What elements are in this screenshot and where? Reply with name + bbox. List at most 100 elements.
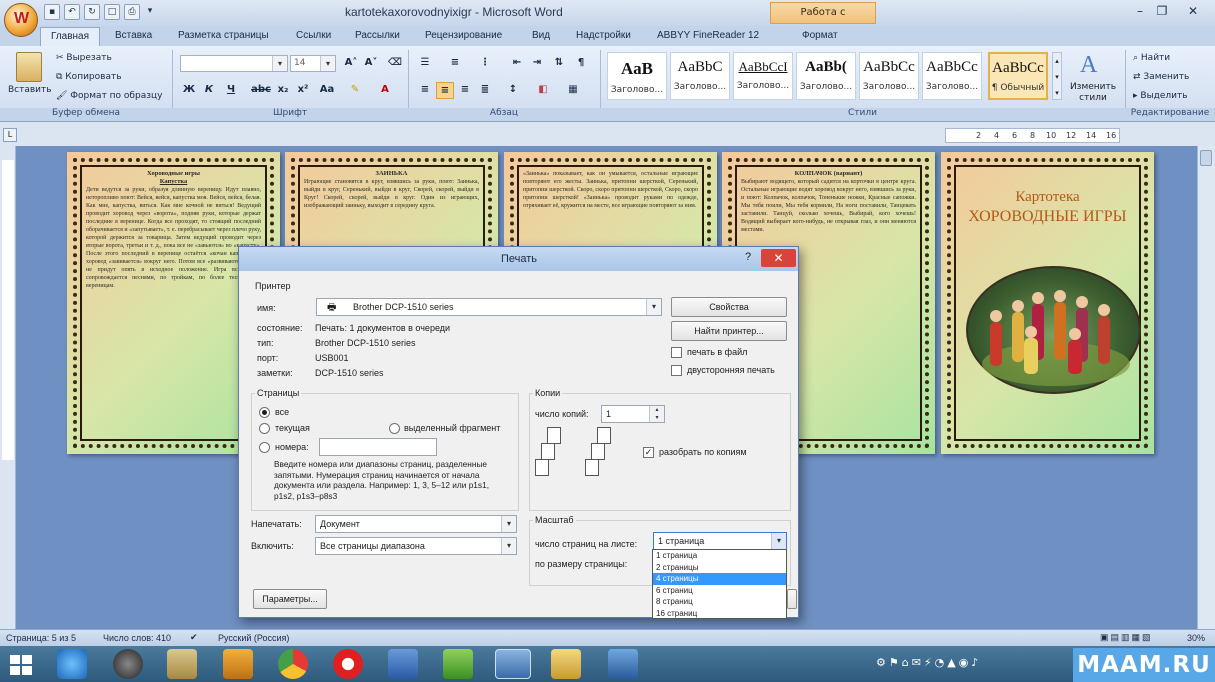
change-styles-button[interactable]: Изменить стили (1068, 82, 1118, 104)
italic-icon[interactable]: К (200, 82, 218, 99)
pages-selection-radio[interactable] (389, 423, 400, 434)
change-styles-icon[interactable]: A (1080, 52, 1097, 79)
shrink-font-icon[interactable]: A˅ (362, 55, 380, 72)
word-count[interactable]: Число слов: 410 (103, 633, 171, 643)
copy-button[interactable]: ⧉ Копировать (56, 69, 122, 85)
duplex-checkbox[interactable] (671, 365, 682, 376)
pages-per-sheet-dropdown[interactable]: 1 страница 2 страницы 4 страницы 6 стран… (652, 549, 787, 619)
minimize-icon[interactable]: – (1130, 2, 1150, 20)
paste-icon[interactable] (16, 52, 42, 82)
change-case-icon[interactable]: Aa (316, 82, 338, 99)
media-player-icon[interactable] (113, 649, 143, 679)
dropdown-option-selected[interactable]: 4 страницы (653, 573, 786, 585)
superscript-icon[interactable]: x² (294, 82, 312, 99)
tab-insert[interactable]: Вставка (115, 27, 152, 46)
dropdown-option[interactable]: 16 страниц (653, 608, 786, 620)
tab-page-layout[interactable]: Разметка страницы (178, 27, 269, 46)
align-right-icon[interactable]: ≡ (456, 82, 474, 99)
dropdown-option[interactable]: 2 страницы (653, 562, 786, 574)
pilcrow-icon[interactable]: ¶ (572, 55, 590, 72)
system-tray-icons[interactable]: ⚙⚑⌂✉⚡◔▲◉♪ (876, 656, 1066, 674)
tab-abbyy[interactable]: ABBYY FineReader 12 (657, 27, 759, 46)
replace-button[interactable]: ⇄ Заменить (1133, 69, 1189, 85)
tab-format[interactable]: Формат (802, 27, 838, 46)
scroll-thumb[interactable] (1200, 150, 1212, 166)
word-taskbar-icon[interactable] (495, 649, 531, 679)
pages-current-radio[interactable] (259, 423, 270, 434)
opera-icon[interactable] (333, 649, 363, 679)
tab-mailings[interactable]: Рассылки (355, 27, 400, 46)
bullets-icon[interactable]: ☰ (416, 55, 434, 72)
align-left-icon[interactable]: ≡ (416, 82, 434, 99)
subscript-icon[interactable]: x₂ (274, 82, 292, 99)
pages-all-radio[interactable] (259, 407, 270, 418)
shading-icon[interactable]: ◧ (534, 82, 552, 99)
font-color-icon[interactable]: A (376, 82, 394, 99)
clear-format-icon[interactable]: ⌫ (386, 55, 404, 72)
undo-icon[interactable]: ↶ (64, 4, 80, 20)
view-buttons[interactable]: ▣▤▥▦▧ (1100, 632, 1153, 643)
close-window-icon[interactable]: ✕ (1175, 2, 1211, 20)
customize-toolbar-icon[interactable]: ▾ (144, 4, 156, 20)
align-center-icon[interactable]: ≡ (436, 82, 454, 99)
options-button[interactable]: Параметры... (253, 589, 327, 609)
redo-icon[interactable]: ↻ (84, 4, 100, 20)
print-what-select[interactable]: Документ ▾ (315, 515, 517, 533)
style-heading-1[interactable]: АаВ Заголово... (607, 52, 667, 100)
line-spacing-icon[interactable]: ↕ (504, 82, 522, 99)
file-explorer-icon[interactable] (551, 649, 581, 679)
app-icon[interactable] (223, 649, 253, 679)
vertical-scrollbar[interactable] (1197, 146, 1215, 632)
style-heading-4[interactable]: AaBb(Заголово... (796, 52, 856, 100)
help-icon[interactable]: ? (745, 251, 751, 263)
close-icon[interactable]: ✕ (761, 249, 796, 267)
print-preview-icon[interactable]: ⎙ (124, 4, 140, 20)
format-painter-button[interactable]: 🖌 Формат по образцу (56, 88, 162, 104)
dropdown-option[interactable]: 1 страница (653, 550, 786, 562)
page-counter[interactable]: Страница: 5 из 5 (6, 633, 76, 643)
style-heading-6[interactable]: AaBbCc Заголово... (922, 52, 982, 100)
underline-icon[interactable]: Ч (222, 82, 240, 99)
strikethrough-icon[interactable]: abc (250, 82, 272, 99)
save-icon[interactable]: ▪ (44, 4, 60, 20)
language[interactable]: Русский (Россия) (218, 633, 289, 643)
bold-icon[interactable]: Ж (180, 82, 198, 99)
pages-per-sheet-select[interactable]: 1 страница ▾ (653, 532, 787, 550)
multilevel-list-icon[interactable]: ⋮ (476, 55, 494, 72)
spellcheck-icon[interactable]: ✔ (190, 632, 198, 643)
print-to-file-checkbox[interactable] (671, 347, 682, 358)
webcam-icon[interactable] (167, 649, 197, 679)
select-button[interactable]: ▸ Выделить (1133, 88, 1188, 104)
include-select[interactable]: Все страницы диапазона ▾ (315, 537, 517, 555)
copies-count-input[interactable]: 1 ▴ ▾ (601, 405, 665, 423)
grow-font-icon[interactable]: A˄ (342, 55, 360, 72)
photo-viewer-icon[interactable] (608, 649, 638, 679)
cancel-button-edge[interactable] (787, 589, 797, 609)
style-heading-5[interactable]: AaBbCc Заголово... (859, 52, 919, 100)
tab-home[interactable]: Главная (40, 27, 100, 46)
horizontal-ruler[interactable]: 2 4 6 8 10 12 14 16 (945, 128, 1120, 143)
tab-addins[interactable]: Надстройки (576, 27, 631, 46)
page-numbers-input[interactable] (319, 438, 437, 456)
printer-name-select[interactable]: 🖶 Brother DCP-1510 series ▾ (316, 298, 662, 316)
windows-start-icon[interactable] (10, 655, 32, 675)
new-document-icon[interactable]: □ (104, 4, 120, 20)
style-normal[interactable]: AaBbCc ¶ Обычный (988, 52, 1048, 100)
tab-view[interactable]: Вид (532, 27, 550, 46)
font-size-combo[interactable]: 14 ▾ (290, 55, 336, 72)
borders-icon[interactable]: ▦ (564, 82, 582, 99)
collate-checkbox[interactable]: ✓ (643, 447, 654, 458)
find-printer-button[interactable]: Найти принтер... (671, 321, 787, 341)
round-dance-picture[interactable] (966, 266, 1141, 394)
spinner-icon[interactable]: ▴ ▾ (649, 406, 664, 422)
styles-scroll[interactable]: ▴ ▾ ▾ (1052, 52, 1062, 100)
zoom-level[interactable]: 30% (1187, 633, 1205, 643)
dropdown-option[interactable]: 6 страниц (653, 585, 786, 597)
find-button[interactable]: ⌕ Найти (1133, 50, 1170, 66)
numbering-icon[interactable]: ≡ (446, 55, 464, 72)
tab-review[interactable]: Рецензирование (425, 27, 502, 46)
internet-explorer-icon[interactable] (57, 649, 87, 679)
sort-icon[interactable]: ⇅ (550, 55, 568, 72)
style-heading-2[interactable]: AaBbC Заголово... (670, 52, 730, 100)
office-button[interactable]: W (4, 3, 38, 37)
